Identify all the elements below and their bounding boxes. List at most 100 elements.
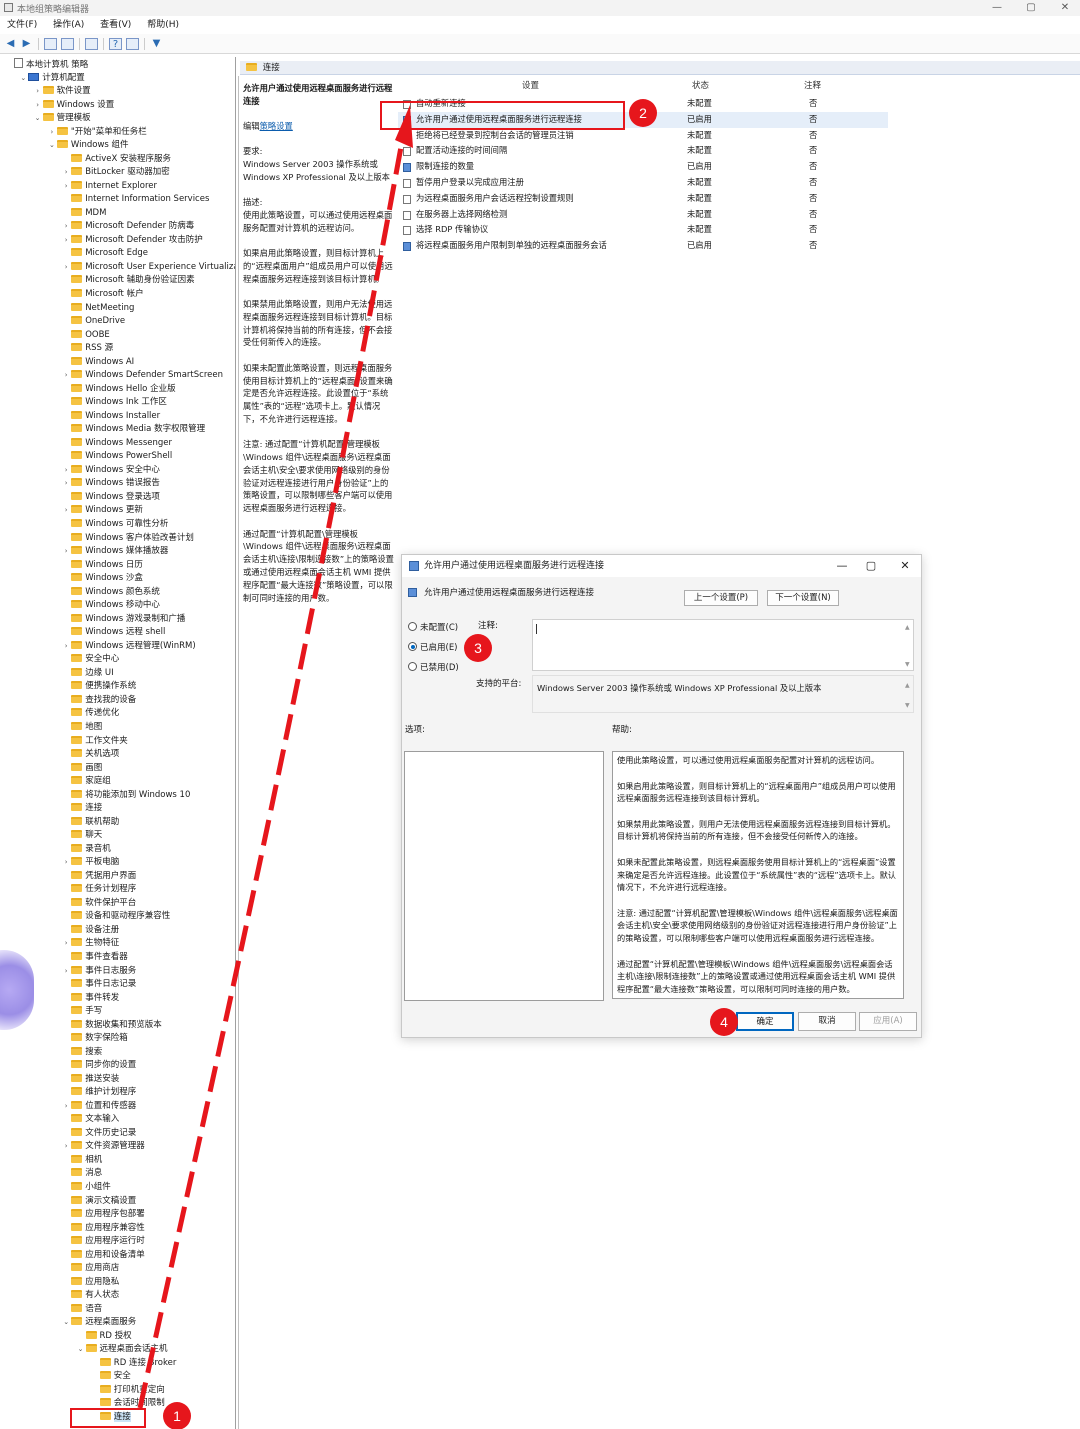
setting-row[interactable]: 在服务器上选择网络检测 未配置 否 bbox=[398, 207, 888, 223]
tree-item[interactable]: Windows 日历 bbox=[61, 559, 143, 573]
tree-item[interactable]: › 文件资源管理器 bbox=[61, 1140, 145, 1154]
tree-item[interactable]: ⌄ Windows 组件 bbox=[47, 139, 129, 153]
chevron-right-icon[interactable]: › bbox=[33, 99, 43, 113]
chevron-right-icon[interactable]: › bbox=[61, 234, 71, 248]
tree-item[interactable]: 安全中心 bbox=[61, 653, 119, 667]
tree-item[interactable]: 数据收集和预览版本 bbox=[61, 1019, 162, 1033]
setting-row[interactable]: 限制连接的数量 已启用 否 bbox=[398, 159, 888, 175]
chevron-right-icon[interactable]: › bbox=[47, 126, 57, 140]
tree-item[interactable]: 打印机重定向 bbox=[90, 1384, 165, 1398]
tree-item[interactable]: › Windows 远程管理(WinRM) bbox=[61, 640, 196, 654]
tree-item[interactable]: 演示文稿设置 bbox=[61, 1195, 136, 1209]
tree-item[interactable]: 应用商店 bbox=[61, 1262, 119, 1276]
tree-item[interactable]: 同步你的设置 bbox=[61, 1059, 136, 1073]
chevron-right-icon[interactable]: › bbox=[61, 369, 71, 383]
tree-item[interactable]: 录音机 bbox=[61, 843, 111, 857]
menu-view[interactable]: 查看(V) bbox=[100, 17, 131, 33]
setting-row[interactable]: 为远程桌面服务用户会话远程控制设置规则 未配置 否 bbox=[398, 191, 888, 207]
tree-item[interactable]: 事件日志记录 bbox=[61, 978, 136, 992]
tree-item[interactable]: 语音 bbox=[61, 1303, 102, 1317]
export-list-icon[interactable] bbox=[85, 38, 98, 50]
tree-item[interactable]: 应用隐私 bbox=[61, 1276, 119, 1290]
tree-item[interactable]: 设备注册 bbox=[61, 924, 119, 938]
cancel-button[interactable]: 取消 bbox=[798, 1012, 856, 1031]
tree-item[interactable]: NetMeeting bbox=[61, 302, 134, 316]
tree-item[interactable]: ActiveX 安装程序服务 bbox=[61, 153, 171, 167]
tree-item[interactable]: › BitLocker 驱动器加密 bbox=[61, 166, 170, 180]
dialog-maximize-button[interactable]: ▢ bbox=[864, 559, 878, 573]
tree-item[interactable]: 便携操作系统 bbox=[61, 680, 136, 694]
tree-item[interactable]: Windows 移动中心 bbox=[61, 599, 160, 613]
tree-item[interactable]: 维护计划程序 bbox=[61, 1086, 136, 1100]
tree-item[interactable]: Windows 游戏录制和广播 bbox=[61, 613, 185, 627]
menu-action[interactable]: 操作(A) bbox=[53, 17, 84, 33]
back-arrow-icon[interactable]: ◀ bbox=[4, 38, 17, 50]
tree-item[interactable]: 本地计算机 策略 bbox=[4, 58, 88, 72]
comment-input[interactable]: ▲ ▼ bbox=[532, 619, 914, 671]
tree-item[interactable]: 联机帮助 bbox=[61, 816, 119, 830]
tree-item[interactable]: 传递优化 bbox=[61, 707, 119, 721]
tree-item[interactable]: 消息 bbox=[61, 1167, 102, 1181]
tree-item[interactable]: 聊天 bbox=[61, 829, 102, 843]
chevron-right-icon[interactable]: › bbox=[61, 1100, 71, 1114]
chevron-down-icon[interactable]: ⌄ bbox=[18, 72, 28, 86]
tree-item[interactable]: › Windows 设置 bbox=[33, 99, 114, 113]
tree-item[interactable]: 凭据用户界面 bbox=[61, 870, 136, 884]
properties-icon[interactable] bbox=[126, 38, 139, 50]
tree-item[interactable]: 事件转发 bbox=[61, 992, 119, 1006]
tree-item[interactable]: 关机选项 bbox=[61, 748, 119, 762]
tree-item[interactable]: › 生物特征 bbox=[61, 937, 119, 951]
tree-item[interactable]: › 位置和传感器 bbox=[61, 1100, 136, 1114]
tree-item[interactable]: 应用和设备清单 bbox=[61, 1249, 145, 1263]
dialog-minimize-button[interactable]: — bbox=[835, 559, 849, 573]
scroll-up-arrow-icon[interactable]: ▲ bbox=[905, 624, 910, 631]
tree-item[interactable]: 数字保险箱 bbox=[61, 1032, 128, 1046]
chevron-right-icon[interactable]: › bbox=[33, 85, 43, 99]
menu-file[interactable]: 文件(F) bbox=[7, 17, 37, 33]
tree-item[interactable]: OOBE bbox=[61, 329, 110, 343]
tree-item[interactable]: Windows 客户体验改善计划 bbox=[61, 532, 194, 546]
help-icon[interactable]: ? bbox=[109, 38, 122, 50]
tree-item[interactable]: Windows 远程 shell bbox=[61, 626, 165, 640]
scroll-up-arrow-icon[interactable]: ▲ bbox=[905, 682, 910, 689]
tree-item[interactable]: Microsoft Edge bbox=[61, 247, 148, 261]
chevron-right-icon[interactable]: › bbox=[61, 856, 71, 870]
chevron-right-icon[interactable]: › bbox=[61, 464, 71, 478]
tree-item[interactable]: 相机 bbox=[61, 1154, 102, 1168]
tree-item[interactable]: ⌄ 远程桌面会话主机 bbox=[76, 1343, 168, 1357]
tree-item[interactable]: Microsoft 帐户 bbox=[61, 288, 144, 302]
scroll-down-arrow-icon[interactable]: ▼ bbox=[905, 702, 910, 709]
tree-item[interactable]: 画图 bbox=[61, 762, 102, 776]
tree-item[interactable]: Windows Ink 工作区 bbox=[61, 396, 167, 410]
tree-item[interactable]: OneDrive bbox=[61, 315, 125, 329]
tree-item[interactable]: › Windows 媒体播放器 bbox=[61, 545, 168, 559]
up-folder-icon[interactable] bbox=[44, 38, 57, 50]
tree-item[interactable]: 推送安装 bbox=[61, 1073, 119, 1087]
tree-item[interactable]: 应用程序运行时 bbox=[61, 1235, 145, 1249]
tree-item[interactable]: Windows 沙盒 bbox=[61, 572, 143, 586]
dialog-close-button[interactable]: ✕ bbox=[898, 559, 912, 573]
tree-item[interactable]: Windows 颜色系统 bbox=[61, 586, 160, 600]
tree-item[interactable]: 有人状态 bbox=[61, 1289, 119, 1303]
filter-icon[interactable]: ▼ bbox=[150, 38, 163, 50]
forward-arrow-icon[interactable]: ▶ bbox=[20, 38, 33, 50]
chevron-right-icon[interactable]: › bbox=[61, 1140, 71, 1154]
tree-item[interactable]: › 软件设置 bbox=[33, 85, 91, 99]
chevron-right-icon[interactable]: › bbox=[61, 545, 71, 559]
tree-item[interactable]: 安全 bbox=[90, 1370, 131, 1384]
radio-disabled[interactable]: 已禁用(D) bbox=[408, 662, 459, 674]
tree-item[interactable]: 文件历史记录 bbox=[61, 1127, 136, 1141]
tree-item[interactable]: Internet Information Services bbox=[61, 193, 209, 207]
show-tree-icon[interactable] bbox=[61, 38, 74, 50]
minimize-button[interactable]: — bbox=[986, 1, 1008, 15]
column-header-setting[interactable]: 设置 bbox=[522, 79, 539, 91]
tree-item[interactable]: 查找我的设备 bbox=[61, 694, 136, 708]
tree-item[interactable]: Windows AI bbox=[61, 356, 134, 370]
tree-item[interactable]: 地图 bbox=[61, 721, 102, 735]
tree-item[interactable]: › Windows 错误报告 bbox=[61, 477, 160, 491]
chevron-down-icon[interactable]: ⌄ bbox=[76, 1343, 86, 1357]
setting-row[interactable]: 暂停用户登录以完成应用注册 未配置 否 bbox=[398, 175, 888, 191]
chevron-right-icon[interactable]: › bbox=[61, 640, 71, 654]
tree-item[interactable]: ⌄ 远程桌面服务 bbox=[61, 1316, 136, 1330]
tree-item[interactable]: › Windows 更新 bbox=[61, 504, 143, 518]
